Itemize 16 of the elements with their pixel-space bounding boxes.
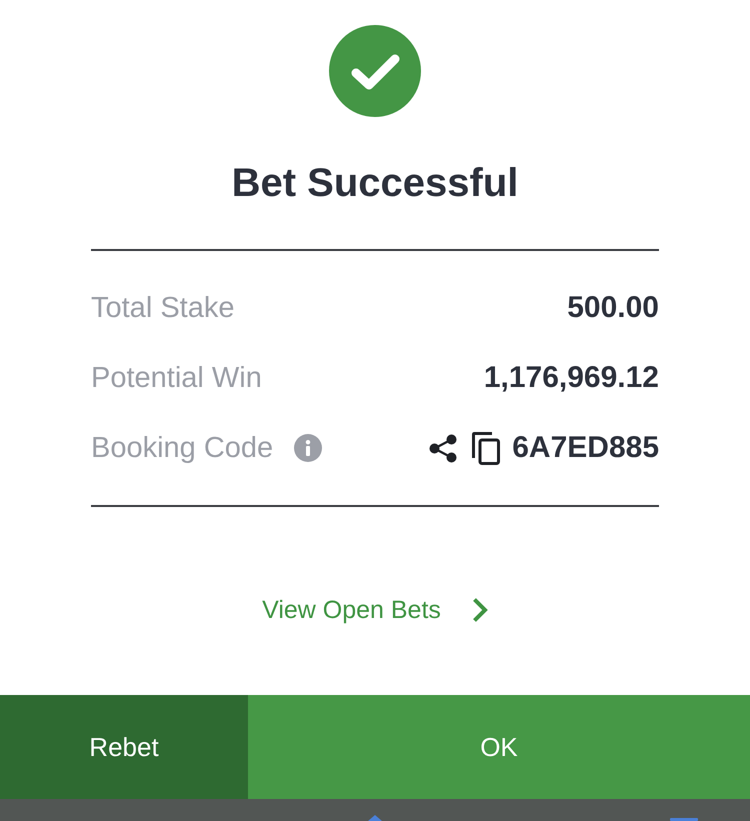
success-check-icon (329, 25, 421, 117)
summary-label: Potential Win (91, 362, 262, 394)
summary-label: Booking Code (91, 432, 274, 464)
chevron-icon (472, 597, 488, 623)
booking-code: 6A7ED885 (512, 431, 659, 465)
view-open-bets-link[interactable]: View Open Bets (262, 595, 488, 625)
summary-value: 500.00 (567, 291, 659, 325)
summary-label: Total Stake (91, 292, 234, 324)
summary-value: 1,176,969.12 (484, 361, 659, 395)
info-icon[interactable] (294, 434, 322, 462)
triangle-icon[interactable] (368, 815, 382, 821)
share-icon[interactable] (429, 434, 458, 462)
rebet-button[interactable]: Rebet (0, 695, 248, 799)
title: Bet Successful (232, 160, 518, 207)
ok-button[interactable]: OK (248, 695, 750, 799)
copy-icon[interactable] (472, 432, 500, 464)
